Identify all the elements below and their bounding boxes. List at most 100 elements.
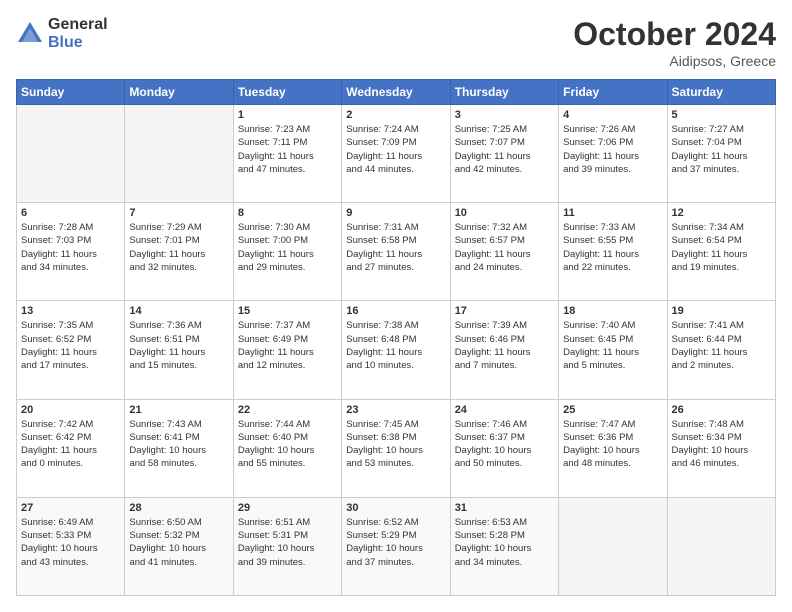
- header: General Blue October 2024 Aidipsos, Gree…: [16, 16, 776, 69]
- day-info: Sunrise: 7:23 AM Sunset: 7:11 PM Dayligh…: [238, 123, 337, 176]
- day-number: 7: [129, 207, 228, 219]
- day-info: Sunrise: 6:52 AM Sunset: 5:29 PM Dayligh…: [346, 516, 445, 569]
- day-number: 19: [672, 305, 771, 317]
- table-row: 14Sunrise: 7:36 AM Sunset: 6:51 PM Dayli…: [125, 301, 233, 399]
- table-row: 10 Sunrise: 7:32 AM Sunset: 6:57 PM Dayli…: [450, 203, 558, 301]
- table-row: [559, 497, 667, 595]
- col-thursday: Thursday: [450, 80, 558, 105]
- day-info: Sunrise: 7:24 AM Sunset: 7:09 PM Dayligh…: [346, 123, 445, 176]
- table-row: 30 Sunrise: 6:52 AM Sunset: 5:29 PM Dayli…: [342, 497, 450, 595]
- day-info: Sunrise: 7:35 AM Sunset: 6:52 PM Dayligh…: [21, 319, 120, 372]
- day-info: Sunrise: 6:53 AM Sunset: 5:28 PM Dayligh…: [455, 516, 554, 569]
- day-info: Sunrise: 7:39 AM Sunset: 6:46 PM Dayligh…: [455, 319, 554, 372]
- table-row: 20 Sunrise: 7:42 AM Sunset: 6:42 PM Dayli…: [17, 399, 125, 497]
- day-number: 21: [129, 404, 228, 416]
- table-row: 26Sunrise: 7:48 AM Sunset: 6:34 PM Dayli…: [667, 399, 775, 497]
- day-number: 27: [21, 502, 120, 514]
- table-row: 16 Sunrise: 7:38 AM Sunset: 6:48 PM Dayli…: [342, 301, 450, 399]
- day-info: Sunrise: 7:42 AM Sunset: 6:42 PM Dayligh…: [21, 418, 120, 471]
- day-number: 12: [672, 207, 771, 219]
- day-info: Sunrise: 7:29 AM Sunset: 7:01 PM Dayligh…: [129, 221, 228, 274]
- day-number: 28: [129, 502, 228, 514]
- day-info: Sunrise: 7:30 AM Sunset: 7:00 PM Dayligh…: [238, 221, 337, 274]
- title-block: October 2024 Aidipsos, Greece: [573, 16, 776, 69]
- table-row: 1 Sunrise: 7:23 AM Sunset: 7:11 PM Daylig…: [233, 105, 341, 203]
- day-info: Sunrise: 7:47 AM Sunset: 6:36 PM Dayligh…: [563, 418, 662, 471]
- table-row: 3 Sunrise: 7:25 AM Sunset: 7:07 PM Daylig…: [450, 105, 558, 203]
- table-row: 18Sunrise: 7:40 AM Sunset: 6:45 PM Dayli…: [559, 301, 667, 399]
- day-info: Sunrise: 7:48 AM Sunset: 6:34 PM Dayligh…: [672, 418, 771, 471]
- day-info: Sunrise: 7:44 AM Sunset: 6:40 PM Dayligh…: [238, 418, 337, 471]
- day-number: 14: [129, 305, 228, 317]
- table-row: 11 Sunrise: 7:33 AM Sunset: 6:55 PM Dayli…: [559, 203, 667, 301]
- table-row: 9Sunrise: 7:31 AM Sunset: 6:58 PM Daylig…: [342, 203, 450, 301]
- table-row: 31 Sunrise: 6:53 AM Sunset: 5:28 PM Dayli…: [450, 497, 558, 595]
- table-row: 21 Sunrise: 7:43 AM Sunset: 6:41 PM Dayli…: [125, 399, 233, 497]
- day-info: Sunrise: 6:49 AM Sunset: 5:33 PM Dayligh…: [21, 516, 120, 569]
- table-row: 13Sunrise: 7:35 AM Sunset: 6:52 PM Dayli…: [17, 301, 125, 399]
- col-sunday: Sunday: [17, 80, 125, 105]
- day-number: 6: [21, 207, 120, 219]
- col-wednesday: Wednesday: [342, 80, 450, 105]
- table-row: 7 Sunrise: 7:29 AM Sunset: 7:01 PM Daylig…: [125, 203, 233, 301]
- day-number: 23: [346, 404, 445, 416]
- day-number: 16: [346, 305, 445, 317]
- col-tuesday: Tuesday: [233, 80, 341, 105]
- day-number: 1: [238, 109, 337, 121]
- day-info: Sunrise: 7:32 AM Sunset: 6:57 PM Dayligh…: [455, 221, 554, 274]
- logo: General Blue: [16, 16, 108, 52]
- day-number: 11: [563, 207, 662, 219]
- table-row: 28 Sunrise: 6:50 AM Sunset: 5:32 PM Dayli…: [125, 497, 233, 595]
- day-info: Sunrise: 7:27 AM Sunset: 7:04 PM Dayligh…: [672, 123, 771, 176]
- table-row: 5 Sunrise: 7:27 AM Sunset: 7:04 PM Daylig…: [667, 105, 775, 203]
- day-info: Sunrise: 7:33 AM Sunset: 6:55 PM Dayligh…: [563, 221, 662, 274]
- day-info: Sunrise: 7:46 AM Sunset: 6:37 PM Dayligh…: [455, 418, 554, 471]
- day-info: Sunrise: 7:45 AM Sunset: 6:38 PM Dayligh…: [346, 418, 445, 471]
- day-info: Sunrise: 6:50 AM Sunset: 5:32 PM Dayligh…: [129, 516, 228, 569]
- table-row: 29 Sunrise: 6:51 AM Sunset: 5:31 PM Dayli…: [233, 497, 341, 595]
- day-info: Sunrise: 7:28 AM Sunset: 7:03 PM Dayligh…: [21, 221, 120, 274]
- table-row: 22 Sunrise: 7:44 AM Sunset: 6:40 PM Dayli…: [233, 399, 341, 497]
- table-row: 27 Sunrise: 6:49 AM Sunset: 5:33 PM Dayli…: [17, 497, 125, 595]
- page: General Blue October 2024 Aidipsos, Gree…: [0, 0, 792, 612]
- logo-text: General Blue: [48, 16, 108, 52]
- day-number: 10: [455, 207, 554, 219]
- location: Aidipsos, Greece: [573, 53, 776, 69]
- calendar-header-row: Sunday Monday Tuesday Wednesday Thursday…: [17, 80, 776, 105]
- table-row: 25 Sunrise: 7:47 AM Sunset: 6:36 PM Dayli…: [559, 399, 667, 497]
- day-number: 3: [455, 109, 554, 121]
- day-number: 15: [238, 305, 337, 317]
- day-number: 4: [563, 109, 662, 121]
- day-info: Sunrise: 7:43 AM Sunset: 6:41 PM Dayligh…: [129, 418, 228, 471]
- day-info: Sunrise: 7:41 AM Sunset: 6:44 PM Dayligh…: [672, 319, 771, 372]
- day-number: 18: [563, 305, 662, 317]
- day-number: 24: [455, 404, 554, 416]
- table-row: 4 Sunrise: 7:26 AM Sunset: 7:06 PM Daylig…: [559, 105, 667, 203]
- table-row: [667, 497, 775, 595]
- day-info: Sunrise: 6:51 AM Sunset: 5:31 PM Dayligh…: [238, 516, 337, 569]
- day-number: 20: [21, 404, 120, 416]
- calendar-table: Sunday Monday Tuesday Wednesday Thursday…: [16, 79, 776, 596]
- table-row: 19 Sunrise: 7:41 AM Sunset: 6:44 PM Dayli…: [667, 301, 775, 399]
- day-number: 30: [346, 502, 445, 514]
- day-number: 25: [563, 404, 662, 416]
- day-number: 29: [238, 502, 337, 514]
- table-row: [17, 105, 125, 203]
- col-saturday: Saturday: [667, 80, 775, 105]
- day-number: 8: [238, 207, 337, 219]
- day-info: Sunrise: 7:25 AM Sunset: 7:07 PM Dayligh…: [455, 123, 554, 176]
- table-row: 23 Sunrise: 7:45 AM Sunset: 6:38 PM Dayli…: [342, 399, 450, 497]
- day-number: 17: [455, 305, 554, 317]
- day-number: 31: [455, 502, 554, 514]
- day-info: Sunrise: 7:26 AM Sunset: 7:06 PM Dayligh…: [563, 123, 662, 176]
- logo-icon: [16, 20, 44, 48]
- table-row: 2 Sunrise: 7:24 AM Sunset: 7:09 PM Daylig…: [342, 105, 450, 203]
- day-number: 22: [238, 404, 337, 416]
- table-row: 6 Sunrise: 7:28 AM Sunset: 7:03 PM Daylig…: [17, 203, 125, 301]
- day-number: 5: [672, 109, 771, 121]
- table-row: 15Sunrise: 7:37 AM Sunset: 6:49 PM Dayli…: [233, 301, 341, 399]
- day-number: 9: [346, 207, 445, 219]
- table-row: 12Sunrise: 7:34 AM Sunset: 6:54 PM Dayli…: [667, 203, 775, 301]
- day-number: 2: [346, 109, 445, 121]
- day-info: Sunrise: 7:38 AM Sunset: 6:48 PM Dayligh…: [346, 319, 445, 372]
